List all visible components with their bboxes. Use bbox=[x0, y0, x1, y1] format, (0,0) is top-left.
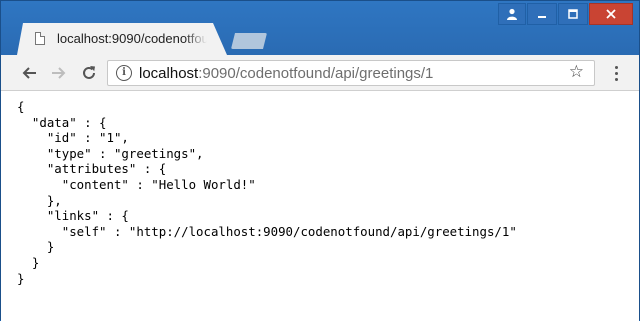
back-button[interactable] bbox=[17, 61, 41, 85]
tab-title: localhost:9090/codenotfound/api/greeting… bbox=[57, 31, 207, 46]
url-host: localhost bbox=[139, 65, 199, 82]
address-bar[interactable]: i localhost:9090/codenotfound/api/greeti… bbox=[107, 60, 595, 86]
url-text[interactable]: localhost:9090/codenotfound/api/greeting… bbox=[139, 65, 433, 82]
window-controls bbox=[498, 3, 633, 25]
profile-button[interactable] bbox=[498, 3, 526, 25]
browser-window: localhost:9090/codenotfound/api/greeting… bbox=[0, 0, 640, 321]
url-path: :9090/codenotfound/api/greetings/1 bbox=[198, 65, 434, 82]
maximize-button[interactable] bbox=[558, 3, 588, 25]
menu-dot bbox=[614, 77, 618, 81]
minimize-button[interactable] bbox=[527, 3, 557, 25]
tab-close-button[interactable]: × bbox=[220, 29, 228, 47]
maximize-icon bbox=[568, 9, 578, 19]
minimize-icon bbox=[538, 16, 546, 18]
forward-button[interactable] bbox=[47, 61, 71, 85]
menu-button[interactable] bbox=[606, 62, 626, 84]
browser-toolbar: i localhost:9090/codenotfound/api/greeti… bbox=[1, 55, 639, 91]
reload-button[interactable] bbox=[77, 61, 101, 85]
title-bar: localhost:9090/codenotfound/api/greeting… bbox=[1, 1, 639, 55]
browser-tab[interactable]: localhost:9090/codenotfound/api/greeting… bbox=[17, 23, 227, 55]
user-icon bbox=[507, 8, 517, 20]
reload-icon bbox=[83, 66, 95, 79]
page-icon bbox=[35, 32, 45, 45]
menu-dot bbox=[614, 71, 618, 75]
close-icon bbox=[606, 9, 616, 19]
page-content: { "data" : { "id" : "1", "type" : "greet… bbox=[1, 91, 639, 321]
info-icon[interactable]: i bbox=[116, 65, 132, 81]
arrow-right-icon bbox=[52, 67, 66, 79]
menu-dot bbox=[614, 65, 618, 69]
json-response: { "data" : { "id" : "1", "type" : "greet… bbox=[17, 99, 517, 286]
close-window-button[interactable] bbox=[589, 3, 633, 25]
bookmark-star-icon[interactable]: ☆ bbox=[569, 62, 584, 82]
arrow-left-icon bbox=[22, 67, 36, 79]
new-tab-button[interactable] bbox=[231, 33, 267, 49]
